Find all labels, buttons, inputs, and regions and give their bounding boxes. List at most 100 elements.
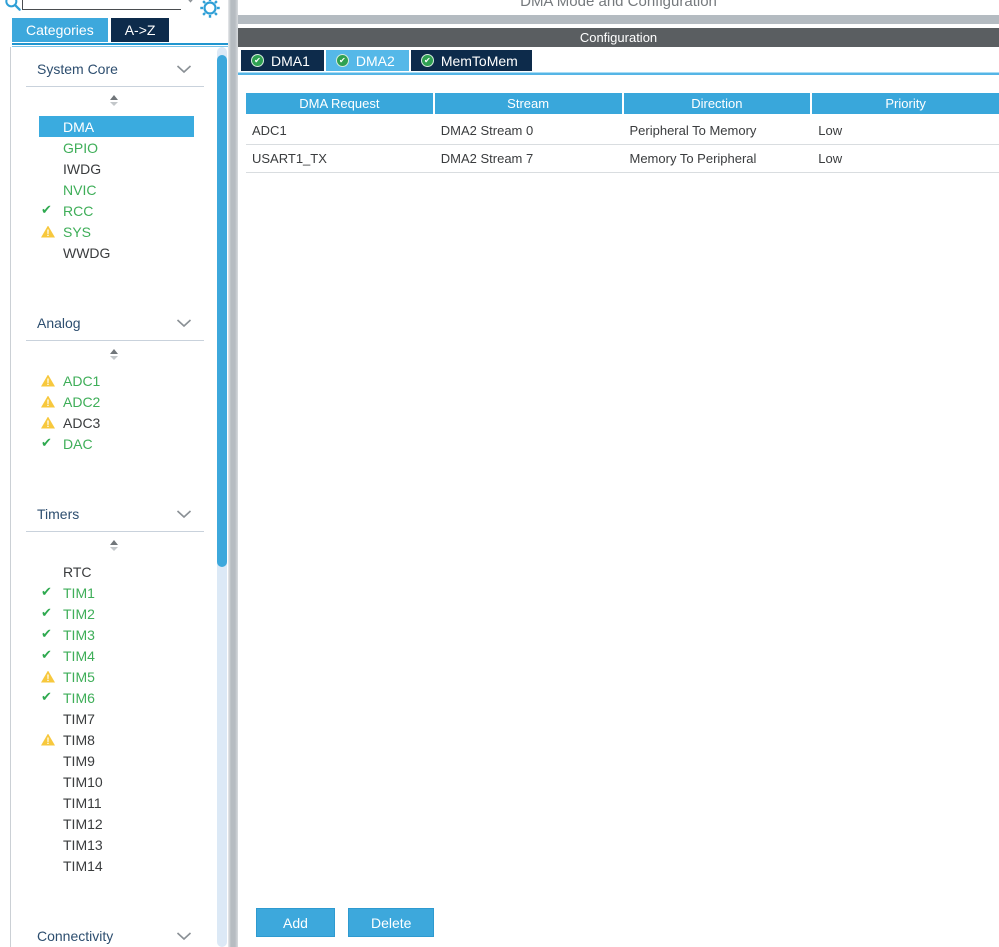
gear-icon[interactable] bbox=[199, 0, 221, 19]
config-tab-label: DMA2 bbox=[356, 53, 395, 69]
sidebar-scrollbar-track[interactable] bbox=[217, 47, 227, 947]
title-separator-bar bbox=[238, 15, 999, 24]
sidebar-item-label: TIM7 bbox=[63, 711, 95, 727]
column-header: Priority bbox=[812, 93, 999, 114]
sort-spinner-icon[interactable] bbox=[110, 349, 120, 360]
sidebar-item-tim8[interactable]: TIM8 bbox=[39, 729, 194, 750]
sidebar-item-tim13[interactable]: TIM13 bbox=[39, 834, 194, 855]
section-header[interactable]: Analog bbox=[26, 315, 204, 341]
sidebar-item-label: TIM5 bbox=[63, 669, 95, 685]
tab-memtomem[interactable]: MemToMem bbox=[411, 50, 532, 71]
sidebar-item-label: SYS bbox=[63, 224, 91, 240]
item-status-icon bbox=[39, 691, 63, 705]
sidebar-item-sys[interactable]: SYS bbox=[39, 221, 194, 242]
sidebar-item-tim14[interactable]: TIM14 bbox=[39, 855, 194, 876]
section-items: ADC1 ADC2 ADC3 DAC bbox=[39, 370, 204, 454]
sidebar-tab-bar: Categories A->Z bbox=[12, 18, 169, 42]
sidebar-scrollbar-thumb[interactable] bbox=[217, 55, 227, 567]
table-cell: ADC1 bbox=[246, 123, 433, 138]
sidebar-item-tim6[interactable]: TIM6 bbox=[39, 687, 194, 708]
section-header[interactable]: Timers bbox=[26, 506, 204, 532]
sidebar-item-iwdg[interactable]: IWDG bbox=[39, 158, 194, 179]
sidebar-item-label: RCC bbox=[63, 203, 93, 219]
sidebar-item-label: TIM4 bbox=[63, 648, 95, 664]
dma-table-header: DMA RequestStreamDirectionPriority bbox=[246, 93, 999, 114]
sidebar-item-wwdg[interactable]: WWDG bbox=[39, 242, 194, 263]
delete-button[interactable]: Delete bbox=[348, 908, 434, 937]
table-row[interactable]: ADC1DMA2 Stream 0Peripheral To MemoryLow bbox=[246, 117, 999, 145]
sidebar-item-dac[interactable]: DAC bbox=[39, 433, 194, 454]
sidebar-item-label: ADC1 bbox=[63, 373, 100, 389]
section-items: DMA GPIO IWDG NVIC RCC SYS WWDG bbox=[39, 116, 204, 263]
table-row[interactable]: USART1_TXDMA2 Stream 7Memory To Peripher… bbox=[246, 145, 999, 173]
column-header: DMA Request bbox=[246, 93, 433, 114]
sidebar-item-dma[interactable]: DMA bbox=[39, 116, 194, 137]
chevron-down-icon bbox=[176, 931, 192, 941]
sidebar-item-adc2[interactable]: ADC2 bbox=[39, 391, 194, 412]
item-status-icon bbox=[39, 649, 63, 663]
dma-config-panel: DMA Mode and Configuration Configuration… bbox=[238, 0, 999, 947]
sidebar-item-rcc[interactable]: RCC bbox=[39, 200, 194, 221]
sidebar-item-label: TIM8 bbox=[63, 732, 95, 748]
sidebar-item-rtc[interactable]: RTC bbox=[39, 561, 194, 582]
sidebar-item-tim4[interactable]: TIM4 bbox=[39, 645, 194, 666]
sort-spinner-icon[interactable] bbox=[110, 540, 120, 551]
sidebar-item-adc1[interactable]: ADC1 bbox=[39, 370, 194, 391]
warning-icon bbox=[41, 375, 55, 387]
sidebar-item-label: TIM10 bbox=[63, 774, 103, 790]
sidebar-item-label: NVIC bbox=[63, 182, 96, 198]
check-icon bbox=[41, 649, 52, 663]
table-cell: DMA2 Stream 0 bbox=[435, 123, 622, 138]
sidebar-item-label: TIM9 bbox=[63, 753, 95, 769]
item-status-icon bbox=[39, 671, 63, 683]
sidebar-item-tim9[interactable]: TIM9 bbox=[39, 750, 194, 771]
search-input[interactable] bbox=[23, 0, 186, 9]
sidebar-item-tim10[interactable]: TIM10 bbox=[39, 771, 194, 792]
tab-dma1[interactable]: DMA1 bbox=[241, 50, 324, 71]
sidebar-item-adc3[interactable]: ADC3 bbox=[39, 412, 194, 433]
sidebar-item-label: TIM1 bbox=[63, 585, 95, 601]
sidebar-item-label: DAC bbox=[63, 436, 93, 452]
sidebar-item-tim3[interactable]: TIM3 bbox=[39, 624, 194, 645]
cubemx-window: Categories A->Z System Core DMA GPIO IWD… bbox=[0, 0, 999, 947]
section-header[interactable]: System Core bbox=[26, 61, 204, 87]
column-header: Stream bbox=[435, 93, 622, 114]
add-button[interactable]: Add bbox=[256, 908, 335, 937]
sort-spinner-icon[interactable] bbox=[110, 95, 120, 106]
sort-down-arrow bbox=[110, 356, 118, 360]
sidebar-item-label: TIM3 bbox=[63, 627, 95, 643]
sidebar-item-label: TIM2 bbox=[63, 606, 95, 622]
section-title: System Core bbox=[37, 61, 118, 77]
check-icon bbox=[41, 437, 52, 451]
sidebar-item-tim7[interactable]: TIM7 bbox=[39, 708, 194, 729]
tab-a-to-z[interactable]: A->Z bbox=[111, 18, 170, 42]
sidebar-item-label: ADC3 bbox=[63, 415, 100, 431]
sidebar-item-label: WWDG bbox=[63, 245, 110, 261]
sort-up-arrow bbox=[110, 540, 118, 545]
check-badge-icon bbox=[421, 54, 434, 67]
chevron-down-icon bbox=[176, 64, 192, 74]
table-cell: Low bbox=[812, 123, 999, 138]
section-items: RTC TIM1 TIM2 TIM3 TIM4 TIM5 TIM6 TIM7 T… bbox=[39, 561, 204, 876]
sidebar-item-nvic[interactable]: NVIC bbox=[39, 179, 194, 200]
section-header[interactable]: Connectivity bbox=[26, 928, 204, 947]
sidebar-item-tim5[interactable]: TIM5 bbox=[39, 666, 194, 687]
warning-icon bbox=[41, 226, 55, 238]
warning-icon bbox=[41, 734, 55, 746]
peripheral-tree-panel: System Core DMA GPIO IWDG NVIC RCC SYS W… bbox=[10, 47, 228, 947]
configuration-header: Configuration bbox=[238, 28, 999, 47]
combo-chevron-down-icon[interactable] bbox=[186, 0, 195, 3]
sidebar-item-tim11[interactable]: TIM11 bbox=[39, 792, 194, 813]
sort-down-arrow bbox=[110, 102, 118, 106]
sidebar-item-label: ADC2 bbox=[63, 394, 100, 410]
tab-categories[interactable]: Categories bbox=[12, 18, 108, 42]
item-status-icon bbox=[39, 417, 63, 429]
sidebar-section: Connectivity bbox=[26, 928, 204, 947]
sidebar-item-gpio[interactable]: GPIO bbox=[39, 137, 194, 158]
search-field-wrapper bbox=[22, 0, 181, 10]
config-tabs-underline bbox=[238, 72, 999, 75]
sidebar-item-tim1[interactable]: TIM1 bbox=[39, 582, 194, 603]
tab-dma2[interactable]: DMA2 bbox=[326, 50, 409, 71]
sidebar-item-tim12[interactable]: TIM12 bbox=[39, 813, 194, 834]
sidebar-item-tim2[interactable]: TIM2 bbox=[39, 603, 194, 624]
